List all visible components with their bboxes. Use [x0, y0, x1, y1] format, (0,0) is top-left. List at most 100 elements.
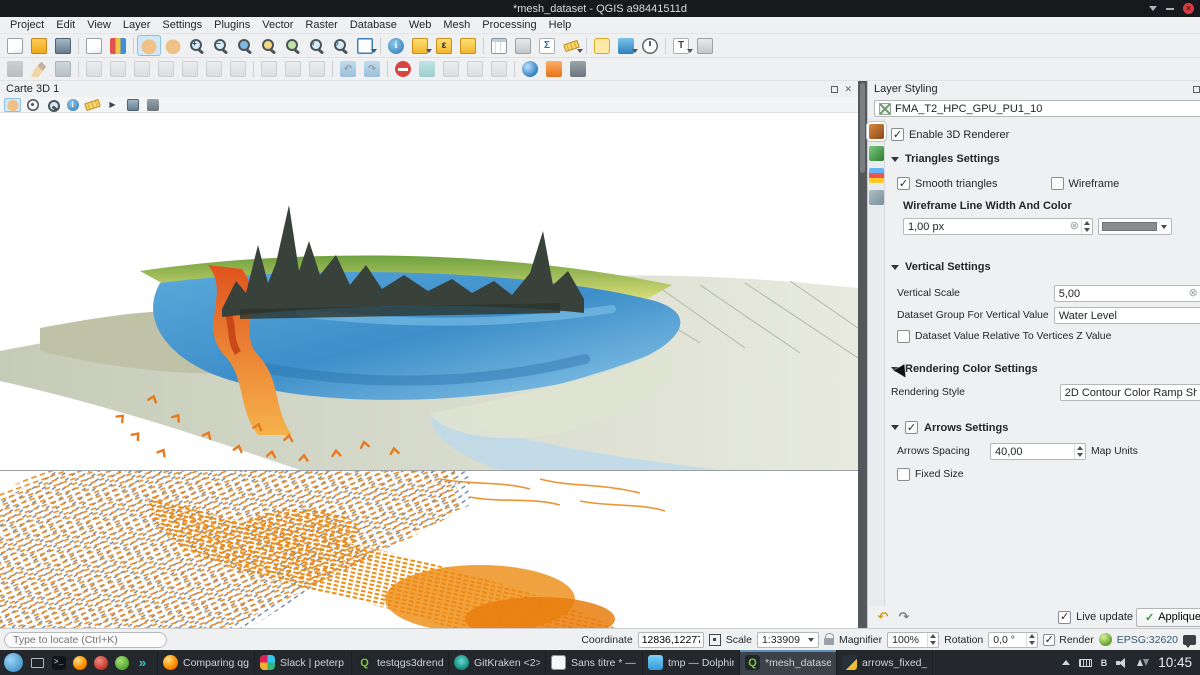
float-styling-icon[interactable]: [1193, 86, 1200, 93]
undo-style-button[interactable]: ↶: [874, 608, 892, 626]
new-map-view-button[interactable]: [353, 35, 377, 56]
clock[interactable]: 10:45: [1158, 655, 1192, 670]
relative-z-row[interactable]: Dataset Value Relative To Vertices Z Val…: [897, 330, 1200, 343]
render-checkbox[interactable]: [1043, 634, 1055, 646]
cut-features-button[interactable]: [257, 59, 281, 80]
menu-settings[interactable]: Settings: [156, 19, 208, 31]
menu-raster[interactable]: Raster: [299, 19, 343, 31]
task-gitkraken[interactable]: GitKraken <2>: [448, 650, 545, 675]
clear-field-icon[interactable]: ⊗: [1068, 221, 1081, 232]
zoom-out-button[interactable]: −: [209, 35, 233, 56]
new-print-layout-button[interactable]: [82, 35, 106, 56]
spin-arrows[interactable]: [927, 633, 938, 647]
camera-rotate-button[interactable]: [24, 98, 41, 112]
identify-3d-button[interactable]: i: [64, 98, 81, 112]
menu-vector[interactable]: Vector: [256, 19, 299, 31]
fixed-size-row[interactable]: Fixed Size: [897, 468, 1200, 481]
current-edits-button[interactable]: [3, 59, 27, 80]
arrows-enabled-checkbox[interactable]: [905, 421, 918, 434]
magnifier-input[interactable]: [888, 634, 927, 646]
save-scene-button[interactable]: [124, 98, 141, 112]
menu-mesh[interactable]: Mesh: [437, 19, 476, 31]
magnifier-spinbox[interactable]: [887, 632, 939, 648]
arrows-settings-section[interactable]: Arrows Settings: [891, 421, 1200, 434]
zoom-in-button[interactable]: +: [185, 35, 209, 56]
message-log-icon[interactable]: [1183, 635, 1196, 645]
python-console-button[interactable]: [566, 59, 590, 80]
statistical-summary-button[interactable]: Σ: [535, 35, 559, 56]
menu-web[interactable]: Web: [403, 19, 437, 31]
scene-options-button[interactable]: [144, 98, 161, 112]
window-shade-button[interactable]: [1149, 6, 1157, 11]
move-feature-button[interactable]: [178, 59, 202, 80]
vertical-scale-spinbox[interactable]: ⊗: [1054, 285, 1200, 302]
measure-button[interactable]: [559, 35, 583, 56]
tab-histogram[interactable]: [869, 168, 884, 183]
app-launcher-button[interactable]: [4, 653, 23, 672]
scrollbar-handle[interactable]: [860, 83, 865, 173]
map-tips-button[interactable]: [590, 35, 614, 56]
enable-3d-checkbox[interactable]: [891, 128, 904, 141]
avoid-intersections-button[interactable]: [391, 59, 415, 80]
select-features-button[interactable]: [408, 35, 432, 56]
green-app-button[interactable]: [111, 652, 132, 673]
firefox-launcher-button[interactable]: [69, 652, 90, 673]
menu-view[interactable]: View: [81, 19, 117, 31]
pan-map-button[interactable]: [137, 35, 161, 56]
add-point-button[interactable]: [82, 59, 106, 80]
fixed-size-checkbox[interactable]: [897, 468, 910, 481]
clear-field-icon[interactable]: ⊗: [1186, 288, 1199, 299]
dataset-group-combo[interactable]: Water Level: [1054, 307, 1200, 324]
rotation-spinbox[interactable]: [988, 632, 1038, 648]
spin-arrows[interactable]: [1074, 444, 1085, 459]
save-edits-button[interactable]: [51, 59, 75, 80]
add-polygon-button[interactable]: [130, 59, 154, 80]
map-2d-canvas[interactable]: [0, 471, 858, 628]
undo-button[interactable]: ↶: [336, 59, 360, 80]
plugin-tool-button[interactable]: [542, 59, 566, 80]
zoom-last-button[interactable]: ‹: [305, 35, 329, 56]
task-kate[interactable]: Sans titre * — ...: [545, 650, 642, 675]
new-bookmark-button[interactable]: [614, 35, 638, 56]
rendering-style-combo[interactable]: 2D Contour Color Ramp Shader: [1060, 384, 1200, 401]
tab-symbology[interactable]: [869, 124, 884, 139]
style-manager-button[interactable]: [106, 35, 130, 56]
open-project-button[interactable]: [27, 35, 51, 56]
menu-plugins[interactable]: Plugins: [208, 19, 256, 31]
map3d-panel-header[interactable]: Carte 3D 1 ✕: [0, 81, 858, 97]
metasearch-button[interactable]: [518, 59, 542, 80]
enable-tracing-button[interactable]: [415, 59, 439, 80]
rendering-color-section[interactable]: Rendering Color Settings: [891, 363, 1200, 375]
animation-button[interactable]: ▶: [104, 98, 121, 112]
redo-style-button[interactable]: ↷: [895, 608, 913, 626]
smooth-triangles-row[interactable]: Smooth triangles: [897, 177, 998, 190]
map-3d-canvas[interactable]: [0, 113, 858, 470]
keyboard-layout-icon[interactable]: [1079, 659, 1092, 667]
copy-feature-button[interactable]: [202, 59, 226, 80]
extents-icon[interactable]: [709, 634, 721, 646]
temporal-controller-button[interactable]: [638, 35, 662, 56]
measure-3d-button[interactable]: [84, 98, 101, 112]
relative-z-checkbox[interactable]: [897, 330, 910, 343]
field-calculator-button[interactable]: [511, 35, 535, 56]
wireframe-row[interactable]: Wireframe: [1051, 177, 1120, 190]
task-qgis-test[interactable]: Q testqgs3drend...: [351, 650, 448, 675]
line-width-input[interactable]: [904, 221, 1068, 233]
crs-label[interactable]: EPSG:32620: [1117, 634, 1178, 646]
delete-feature-button[interactable]: [226, 59, 250, 80]
offset-curve-button[interactable]: [439, 59, 463, 80]
task-firefox[interactable]: Comparing qgi...: [157, 650, 254, 675]
rotation-input[interactable]: [989, 634, 1026, 646]
map-3d-view[interactable]: [0, 113, 858, 470]
vertex-tool-button[interactable]: [154, 59, 178, 80]
live-update-row[interactable]: Live update: [1058, 611, 1133, 624]
menu-processing[interactable]: Processing: [476, 19, 542, 31]
identify-features-button[interactable]: i: [384, 35, 408, 56]
vertical-scale-input[interactable]: [1055, 288, 1187, 300]
apply-button[interactable]: ✓ Appliquer: [1136, 608, 1200, 627]
render-row[interactable]: Render: [1043, 634, 1093, 646]
text-annotation-button[interactable]: T: [669, 35, 693, 56]
show-desktop-button[interactable]: [27, 652, 48, 673]
redo-button[interactable]: ↷: [360, 59, 384, 80]
network-icon[interactable]: [1137, 657, 1149, 669]
